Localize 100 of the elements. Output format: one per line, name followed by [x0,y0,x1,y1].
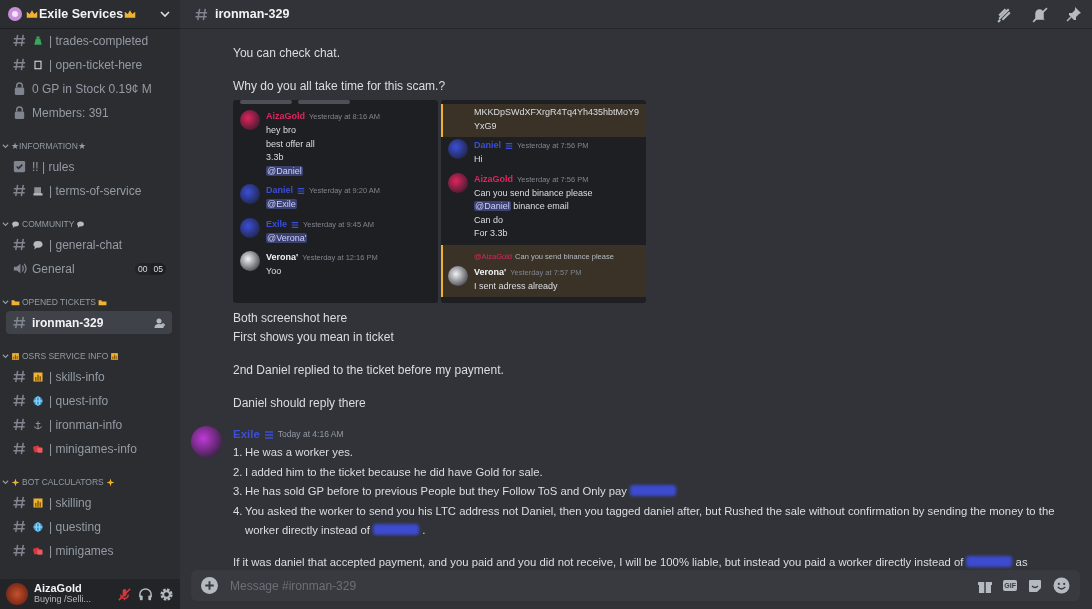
channel-item[interactable]: !! | rules [6,155,172,178]
channel-name: | general-chat [49,237,123,252]
message-text: Yoo [266,265,283,278]
channel-item[interactable]: | questing [6,515,172,538]
list-number: 1. [233,445,244,460]
chevron-icon[interactable] [160,9,170,19]
channel-item[interactable]: 0 GP in Stock 0.19¢ M [6,77,172,100]
bell-off-icon[interactable] [1031,5,1048,23]
microphone-icon[interactable] [117,586,132,602]
author-name[interactable]: Daniel [266,184,293,198]
pin-icon[interactable] [1066,6,1082,22]
category-label[interactable]: OPENED TICKETS [22,297,96,307]
chevron-icon[interactable] [2,298,9,306]
author-name[interactable]: Verona' [474,265,507,280]
message-text: Hi [474,153,484,166]
channel-name: | quest-info [49,393,109,408]
message-text: Can you send binance please [474,186,593,200]
channel-item[interactable]: | minigames [6,539,172,562]
message-text: Can do [474,213,505,227]
add-member-icon[interactable] [154,316,166,329]
globe-icon [32,520,44,533]
folder-icon [11,297,20,307]
category-label[interactable]: BOT CALCULATORS [22,477,104,487]
channel-name: !! | rules [32,159,75,174]
author-name[interactable]: Exile [266,217,287,232]
blurred-mention [630,485,677,496]
channel-name: | trades-completed [49,33,149,48]
hash-icon [12,183,27,198]
channel-item[interactable]: | general-chat [6,233,172,256]
tab-strip [240,100,292,104]
channel-name: | minigames [49,543,114,558]
bar-chart-icon [32,370,44,383]
channel-item[interactable]: | terms-of-service [6,179,172,202]
checklist-icon [12,159,27,174]
box-icon [32,58,44,71]
message-text: First shows you mean in ticket [233,329,395,346]
message-text: @Daniel binance email [474,200,570,213]
message-text: Daniel should reply there [233,395,367,412]
author-name[interactable]: AizaGold [266,110,305,124]
channel-item[interactable]: | open-ticket-here [6,53,172,76]
channel-name: 0 GP in Stock 0.19¢ M [32,81,152,96]
bar-chart-icon [32,496,44,509]
lock-icon [12,81,27,96]
channel-item[interactable]: Members: 391 [6,101,172,124]
channel-item[interactable]: | minigames-info [6,437,172,460]
author-name[interactable]: AizaGold [474,172,513,187]
hash-icon [12,543,27,558]
author-name[interactable]: Verona' [266,251,299,265]
voice-channel[interactable]: General 00 05 [6,257,172,280]
message-text: Why do you all take time for this scam.? [233,78,447,95]
category-label[interactable]: OSRS SERVICE INFO [22,351,109,361]
message-text: best offer all [266,137,316,151]
channel-name: | questing [49,519,101,534]
channel-name: ironman-329 [32,315,104,330]
category-label[interactable]: COMMUNITY [22,219,75,229]
chevron-icon[interactable] [2,478,9,486]
channel-item[interactable]: | skilling [6,491,172,514]
channel-item[interactable]: | skills-info [6,365,172,388]
channel-name: | terms-of-service [49,183,142,198]
message-text: You asked the worker to send you his LTC address not Daniel, then you tagged daniel after, but Rushed the sale without confirmation by sending the money to the worker directly instead of . [245,503,1056,538]
bar-chart-icon [110,351,120,361]
headphones-icon[interactable] [138,586,153,602]
channel-item[interactable]: | quest-info [6,389,172,412]
hash-icon [12,417,27,432]
hash-icon [12,441,27,456]
message-text: 3.3b [266,151,285,164]
channel-name: Members: 391 [32,105,109,120]
folder-icon [98,297,107,307]
server-icon [8,7,22,21]
chevron-icon[interactable] [2,220,9,228]
channel-item[interactable]: | ironman-info [6,413,172,436]
channel-name: General [32,261,75,276]
message-text: I added him to the ticket because he did have Gold for sale. [245,464,543,480]
channel-item[interactable]: | trades-completed [6,29,172,52]
emoji-icon[interactable] [1053,577,1070,594]
message-text: He was a worker yes. [245,445,353,460]
avatar[interactable] [448,265,468,286]
category-label[interactable]: ★INFORMATION★ [11,141,86,151]
speech-bubble-icon [11,219,20,229]
list-number: 2. [233,464,244,480]
chevron-icon[interactable] [2,352,9,360]
server-name[interactable]: Exile Services [26,7,156,21]
list-number: 4. [233,503,244,519]
anchor-icon [32,418,44,431]
message-text: MKKDpSWdXFXrgR4Tq4Yh435hbtMoY9 [474,106,640,119]
lock-icon [12,105,27,120]
hash-icon [12,237,27,252]
sticker-icon[interactable] [1027,577,1043,594]
add-icon[interactable] [201,577,218,594]
message-text: I sent adress already [474,279,559,293]
channel-item[interactable]: ironman-329 [6,311,172,334]
settings-icon[interactable] [159,586,174,602]
message-text: For 3.3b [474,227,509,240]
sparkle-icon [11,477,20,487]
hash-icon [12,315,27,330]
chevron-icon[interactable] [2,142,9,150]
author-name[interactable]: Daniel [474,139,501,153]
speech-bubble-icon [32,238,44,251]
avatar[interactable] [240,251,260,271]
hash-icon [194,6,209,22]
